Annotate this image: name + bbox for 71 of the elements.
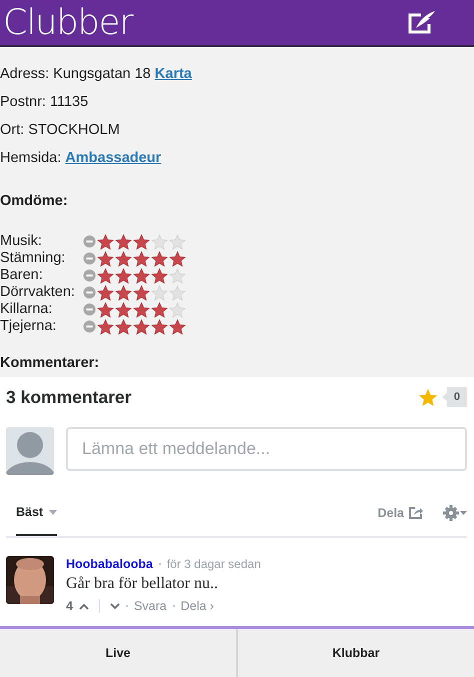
rating-label: Musik: [0, 233, 43, 250]
star-icon [97, 234, 114, 250]
star-icon [151, 302, 168, 318]
share-button[interactable]: Dela [378, 506, 423, 520]
star-icon [151, 268, 168, 284]
comment-input[interactable]: Lämna ett meddelande... [66, 427, 467, 471]
star-icon [133, 234, 150, 250]
reply-link[interactable]: Svara [134, 599, 167, 613]
section-heading: Kommentarer: [0, 355, 100, 371]
star-icon [151, 234, 168, 250]
star-rating[interactable] [97, 234, 186, 250]
star-icon [115, 284, 132, 300]
vote-count: 4 [66, 599, 73, 613]
rating-label: Stämning: [0, 250, 66, 267]
star-icon [133, 268, 150, 284]
contact-text: Hemsida: [0, 150, 62, 166]
upvote-icon[interactable] [78, 602, 89, 610]
star-icon [133, 318, 150, 334]
star-rating[interactable] [97, 268, 186, 284]
star-icon [115, 318, 132, 334]
star-icon [97, 284, 114, 300]
downvote-icon[interactable] [110, 602, 120, 610]
compose-button[interactable] [407, 8, 437, 36]
star-icon [115, 250, 132, 266]
rating-label: Tjejerna: [0, 318, 58, 335]
author-link[interactable]: Hoobabalooba [66, 557, 153, 571]
star-icon [133, 250, 150, 266]
rating-label: Baren: [0, 267, 44, 284]
section-heading: Omdöme: [0, 193, 69, 209]
star-icon [115, 302, 132, 318]
rating-label: Killarna: [0, 301, 54, 318]
star-icon [151, 250, 168, 266]
star-icon [151, 284, 168, 300]
star-icon [169, 302, 186, 318]
star-icon [169, 250, 186, 266]
star-icon [133, 302, 150, 318]
star-icon [169, 268, 186, 284]
compose-icon [407, 8, 437, 36]
comment-text: Går bra för bellator nu.. [66, 575, 219, 593]
comment-count: 3 kommentarer [6, 386, 132, 408]
sort-tab[interactable]: Bäst [16, 491, 58, 536]
rating-label: Dörrvakten: [0, 284, 76, 301]
star-icon [133, 284, 150, 300]
star-rating[interactable] [97, 284, 186, 300]
star-rating[interactable] [97, 318, 186, 334]
favorite-count: 0 [442, 387, 467, 407]
caret-icon [49, 510, 58, 515]
star-icon [169, 284, 186, 300]
contact-text: Postnr: 11135 [0, 94, 88, 110]
star-icon [97, 318, 114, 334]
avatar-icon [6, 427, 54, 475]
contact-text: Ort: STOCKHOLM [0, 122, 120, 138]
contact-link[interactable]: Ambassadeur [65, 150, 162, 166]
comment-time[interactable]: för 3 dagar sedan [166, 557, 261, 571]
app-title: Clubber [3, 2, 133, 42]
share-icon [409, 506, 423, 519]
contact-link[interactable]: Karta [154, 66, 192, 82]
star-icon [169, 234, 186, 250]
settings-icon[interactable] [443, 504, 467, 520]
star-icon [115, 234, 132, 250]
share-link[interactable]: Dela › [180, 599, 214, 613]
star-icon[interactable] [418, 388, 438, 406]
star-icon [97, 302, 114, 318]
star-rating[interactable] [97, 302, 186, 318]
star-icon [97, 268, 114, 284]
star-icon [151, 318, 168, 334]
star-icon [115, 268, 132, 284]
star-icon [169, 318, 186, 334]
star-rating[interactable] [97, 250, 186, 266]
star-icon [97, 250, 114, 266]
contact-text: Adress: Kungsgatan 18 [0, 66, 151, 82]
